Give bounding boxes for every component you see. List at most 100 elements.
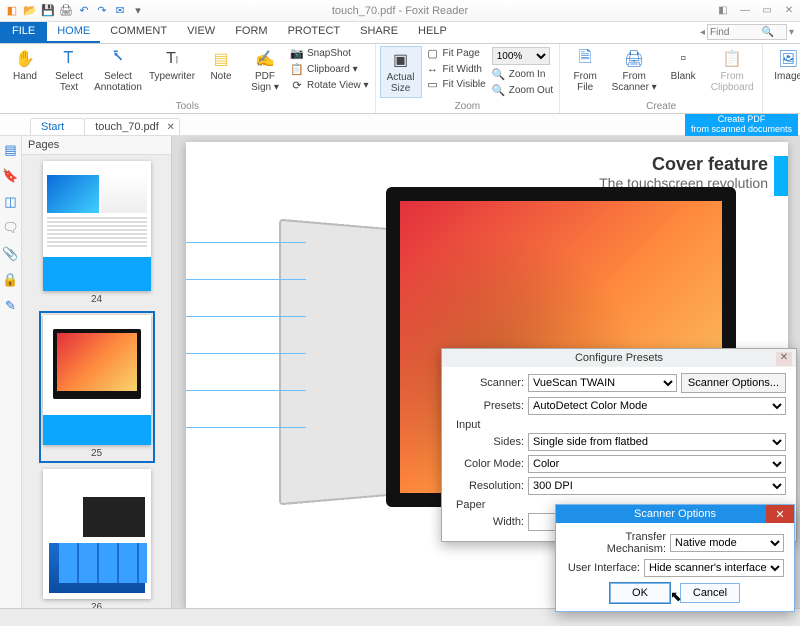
- select-text-button[interactable]: ᎢSelect Text: [48, 46, 90, 93]
- minimize-icon[interactable]: —: [738, 4, 752, 18]
- sides-select[interactable]: Single side from flatbed: [528, 433, 786, 451]
- hand-button[interactable]: ✋Hand: [4, 46, 46, 93]
- tab-help[interactable]: HELP: [408, 22, 457, 43]
- save-icon[interactable]: 💾: [40, 3, 56, 19]
- tab-document[interactable]: touch_70.pdf✕: [84, 118, 180, 135]
- select-annotation-button[interactable]: ⭶Select Annotation: [92, 46, 144, 93]
- tab-view[interactable]: VIEW: [177, 22, 225, 43]
- file-tab[interactable]: FILE: [0, 22, 47, 43]
- undo-icon[interactable]: ↶: [76, 3, 92, 19]
- pdf-sign-icon: ✍: [254, 48, 276, 70]
- thumbnail[interactable]: 25: [43, 315, 151, 459]
- pdf-sign-button[interactable]: ✍PDF Sign ▾: [244, 46, 286, 93]
- zoom-level: 100%: [490, 46, 555, 66]
- tab-home[interactable]: HOME: [47, 22, 100, 43]
- close-icon[interactable]: ✕: [766, 505, 794, 523]
- open-icon[interactable]: 📂: [22, 3, 38, 19]
- input-section-label: Input: [456, 419, 786, 431]
- tab-start[interactable]: Start: [30, 118, 85, 135]
- zoom-out-icon: 🔍: [492, 84, 506, 97]
- ribbon-tabs: FILE HOME COMMENT VIEW FORM PROTECT SHAR…: [0, 22, 800, 44]
- thumbnail-number: 26: [91, 602, 102, 608]
- ribbon-group-zoom: ▣Actual Size ▢Fit Page ↔Fit Width ▭Fit V…: [376, 44, 561, 113]
- fit-width-button[interactable]: ↔Fit Width: [424, 62, 488, 76]
- find-box: ◂ 🔍 ▾: [700, 24, 794, 40]
- scanner-options-button[interactable]: Scanner Options...: [681, 373, 786, 393]
- typewriter-button[interactable]: T|Typewriter: [146, 46, 198, 93]
- security-nav-icon[interactable]: 🔒: [2, 272, 18, 288]
- color-mode-select[interactable]: Color: [528, 455, 786, 473]
- pages-nav-icon[interactable]: ▤: [4, 142, 16, 158]
- pages-panel: Pages 24 25 26: [22, 136, 172, 608]
- thumbnail[interactable]: 26: [43, 469, 151, 608]
- scanner-label: Scanner:: [452, 377, 524, 389]
- fit-visible-button[interactable]: ▭Fit Visible: [424, 77, 488, 92]
- select-annotation-icon: ⭶: [107, 48, 129, 70]
- blank-button[interactable]: ▫Blank: [662, 46, 704, 93]
- thumbnail-page: [43, 315, 151, 445]
- ribbon: ✋Hand ᎢSelect Text ⭶Select Annotation T|…: [0, 44, 800, 114]
- resolution-label: Resolution:: [452, 480, 524, 492]
- tab-protect[interactable]: PROTECT: [278, 22, 351, 43]
- from-clipboard-icon: 📋: [721, 48, 743, 70]
- scanner-select[interactable]: VueScan TWAIN: [528, 374, 677, 392]
- tab-form[interactable]: FORM: [225, 22, 277, 43]
- promo-banner[interactable]: Create PDF from scanned documents: [685, 114, 798, 136]
- blank-icon: ▫: [672, 48, 694, 70]
- close-icon[interactable]: ✕: [776, 352, 792, 366]
- ui-select[interactable]: Hide scanner's interface: [644, 559, 784, 577]
- from-scanner-button[interactable]: 🖨From Scanner ▾: [608, 46, 660, 93]
- fit-page-button[interactable]: ▢Fit Page: [424, 46, 488, 61]
- transfer-select[interactable]: Native mode: [670, 534, 784, 552]
- fit-visible-icon: ▭: [426, 78, 440, 91]
- resolution-select[interactable]: 300 DPI: [528, 477, 786, 495]
- skin-icon[interactable]: ◧: [716, 4, 730, 18]
- ok-button[interactable]: OK: [610, 583, 670, 603]
- layers-nav-icon[interactable]: ◫: [4, 194, 16, 210]
- transfer-label: Transfer Mechanism:: [566, 531, 666, 555]
- zoom-select[interactable]: 100%: [492, 47, 550, 65]
- scanner-icon: 🖨: [623, 48, 645, 70]
- tab-comment[interactable]: COMMENT: [100, 22, 177, 43]
- find-menu-icon[interactable]: ▾: [789, 27, 794, 38]
- close-tab-icon[interactable]: ✕: [166, 122, 174, 133]
- from-file-button[interactable]: 🗎From File: [564, 46, 606, 93]
- cancel-button[interactable]: Cancel: [680, 583, 740, 603]
- ribbon-group-insert: 🖼Image ★Bookmark 🔗Link 📎File Attachment …: [763, 44, 800, 113]
- fit-width-icon: ↔: [426, 63, 440, 75]
- zoom-in-icon: 🔍: [492, 68, 506, 81]
- tab-share[interactable]: SHARE: [350, 22, 408, 43]
- signatures-nav-icon[interactable]: ✎: [5, 298, 16, 314]
- presets-label: Presets:: [452, 400, 524, 412]
- dialog-title: Scanner Options ✕: [556, 505, 794, 523]
- note-button[interactable]: ▤Note: [200, 46, 242, 93]
- document-tab-bar: Start touch_70.pdf✕ ▾ Create PDF from sc…: [0, 114, 800, 136]
- zoom-in-button[interactable]: 🔍Zoom In: [490, 67, 555, 82]
- actual-size-button[interactable]: ▣Actual Size: [380, 46, 422, 98]
- comments-nav-icon[interactable]: 🗨: [2, 220, 19, 236]
- note-icon: ▤: [210, 48, 232, 70]
- zoom-out-button[interactable]: 🔍Zoom Out: [490, 83, 555, 98]
- from-clipboard-button[interactable]: 📋From Clipboard: [706, 46, 758, 93]
- bookmarks-nav-icon[interactable]: 🔖: [2, 168, 18, 184]
- find-input[interactable]: [707, 24, 787, 40]
- hand-icon: ✋: [14, 48, 36, 70]
- title-bar: ◧ 📂 💾 🖨 ↶ ↷ ✉ ▾ touch_70.pdf - Foxit Rea…: [0, 0, 800, 22]
- attachments-nav-icon[interactable]: 📎: [2, 246, 18, 262]
- thumbnail[interactable]: 24: [43, 161, 151, 305]
- print-icon[interactable]: 🖨: [58, 3, 74, 19]
- quick-access-toolbar: ◧ 📂 💾 🖨 ↶ ↷ ✉ ▾: [0, 3, 146, 19]
- redo-icon[interactable]: ↷: [94, 3, 110, 19]
- find-prev-icon[interactable]: ◂: [700, 27, 705, 38]
- maximize-icon[interactable]: ▭: [760, 4, 774, 18]
- presets-select[interactable]: AutoDetect Color Mode: [528, 397, 786, 415]
- thumbnail-page: [43, 161, 151, 291]
- image-button[interactable]: 🖼Image: [767, 46, 800, 93]
- clipboard-button[interactable]: 📋Clipboard ▾: [288, 62, 371, 77]
- rotate-view-button[interactable]: ⟳Rotate View ▾: [288, 78, 371, 93]
- close-icon[interactable]: ✕: [782, 4, 796, 18]
- email-icon[interactable]: ✉: [112, 3, 128, 19]
- snapshot-icon: 📷: [290, 47, 304, 60]
- qat-dropdown-icon[interactable]: ▾: [130, 3, 146, 19]
- snapshot-button[interactable]: 📷SnapShot: [288, 46, 371, 61]
